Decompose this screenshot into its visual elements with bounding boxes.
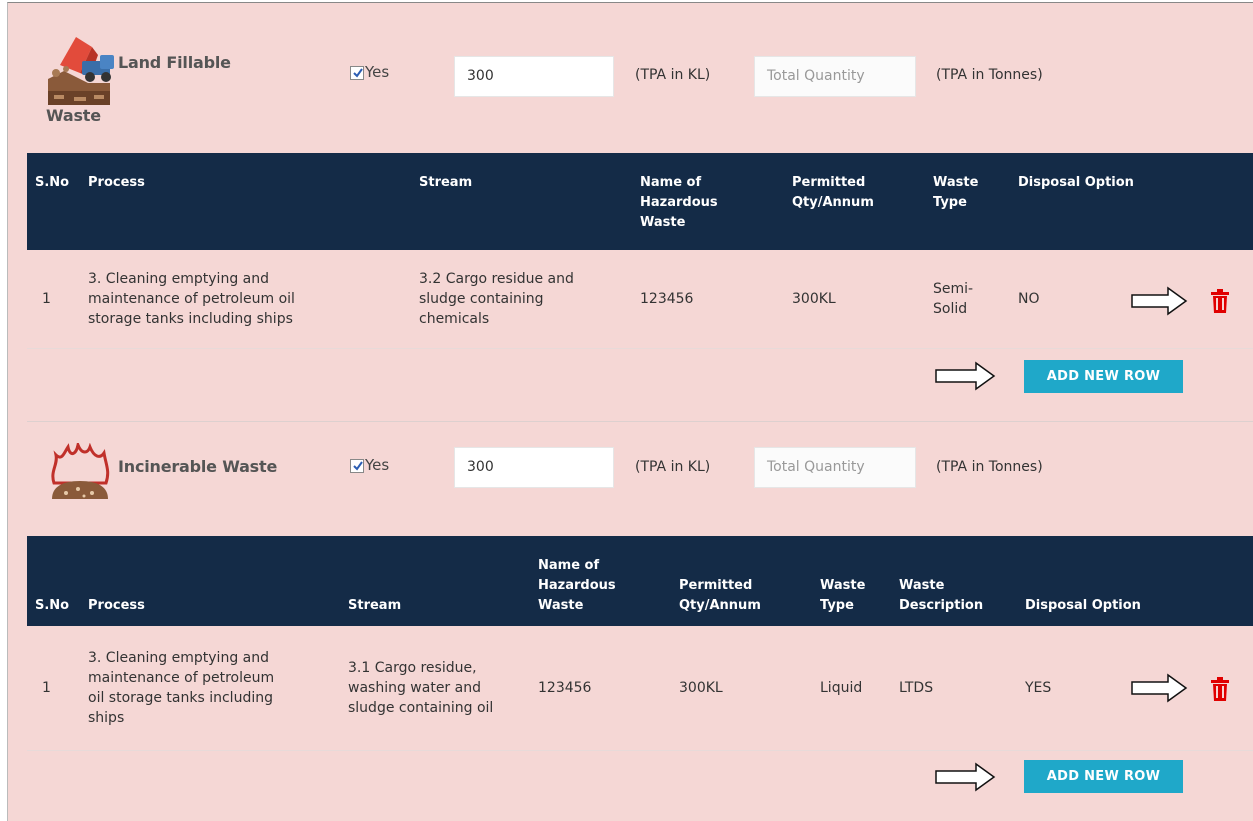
cell-name: 123456	[640, 250, 792, 349]
table-header-row: S.No Process Stream Name of Hazardous Wa…	[27, 153, 1253, 250]
header-waste-type: Waste Type	[933, 153, 1018, 250]
cell-process-l3: oil storage tanks including	[88, 689, 273, 706]
cell-process-l2: maintenance of petroleum	[88, 669, 275, 686]
total-quantity-unit: (TPA in Tonnes)	[936, 67, 1043, 83]
header-permitted-qty: Permitted Qty/Annum	[679, 536, 820, 626]
header-sno: S.No	[35, 598, 70, 613]
yes-checkbox[interactable]	[350, 459, 364, 473]
header-type-l2: Type	[820, 598, 854, 613]
cell-process-l2: maintenance of petroleum oil	[88, 290, 295, 307]
header-waste-type: Waste Type	[820, 536, 899, 626]
cell-stream-l3: sludge containing oil	[348, 699, 494, 716]
section-divider	[27, 421, 1253, 422]
yes-checkbox[interactable]	[350, 66, 364, 80]
right-arrow-annotation-icon	[1131, 673, 1188, 703]
header-name-l1: Name of	[640, 175, 702, 190]
cell-process-l1: 3. Cleaning emptying and	[88, 270, 269, 287]
cell-stream: 3.2 Cargo residue and sludge containing …	[419, 250, 640, 349]
right-arrow-annotation-icon	[1131, 286, 1188, 316]
header-type-l1: Waste	[933, 175, 979, 190]
cell-sno: 1	[27, 250, 88, 349]
right-arrow-annotation-icon	[935, 762, 996, 792]
cell-process-l3: storage tanks including ships	[88, 310, 293, 327]
cell-type-l2: Solid	[933, 300, 968, 317]
cell-qty: 300KL	[792, 250, 933, 349]
total-quantity-input[interactable]: Total Quantity	[754, 447, 916, 488]
checkbox-checked-icon	[353, 68, 363, 78]
header-process: Process	[88, 175, 145, 190]
cell-sno: 1	[27, 626, 88, 751]
header-stream: Stream	[419, 175, 473, 190]
header-process: Process	[88, 598, 145, 613]
table-header-row: S.No Process Stream Name of Hazardous Wa…	[27, 536, 1253, 626]
table-row: 1 3. Cleaning emptying and maintenance o…	[27, 626, 1253, 751]
cell-process-l1: 3. Cleaning emptying and	[88, 649, 269, 666]
yes-label: Yes	[365, 456, 390, 474]
header-name-l1: Name of	[538, 558, 600, 573]
cell-name: 123456	[538, 626, 679, 751]
header-desc-l1: Waste	[899, 578, 945, 593]
cell-waste-type: Semi- Solid	[933, 250, 1018, 349]
table-row: 1 3. Cleaning emptying and maintenance o…	[27, 250, 1253, 349]
total-quantity-input[interactable]: Total Quantity	[754, 56, 916, 97]
trash-icon[interactable]	[1211, 677, 1229, 701]
land-fillable-table: S.No Process Stream Name of Hazardous Wa…	[27, 153, 1253, 349]
header-qty-l2: Qty/Annum	[679, 598, 761, 613]
quantity-kl-unit: (TPA in KL)	[635, 459, 711, 475]
header-type-l2: Type	[933, 195, 967, 210]
header-permitted-qty: Permitted Qty/Annum	[792, 153, 933, 250]
cell-stream-l1: 3.2 Cargo residue and	[419, 270, 574, 287]
cell-stream: 3.1 Cargo residue, washing water and slu…	[348, 626, 538, 751]
header-name-l2: Hazardous	[538, 578, 616, 593]
header-sno: S.No	[35, 175, 70, 190]
section-title: Land Fillable	[118, 53, 231, 72]
quantity-kl-input[interactable]: 300	[454, 56, 614, 97]
checkbox-checked-icon	[353, 461, 363, 471]
incinerable-table: S.No Process Stream Name of Hazardous Wa…	[27, 536, 1253, 751]
header-waste-description: Waste Description	[899, 536, 1025, 626]
cell-stream-l3: chemicals	[419, 310, 490, 327]
add-new-row-button[interactable]: ADD NEW ROW	[1024, 760, 1183, 793]
header-name-l2: Hazardous	[640, 195, 718, 210]
header-type-l1: Waste	[820, 578, 866, 593]
cell-waste-description: LTDS	[899, 626, 1025, 751]
cell-type-l1: Semi-	[933, 280, 974, 297]
header-qty-l1: Permitted	[792, 175, 866, 190]
header-name-of-hazardous-waste: Name of Hazardous Waste	[538, 536, 679, 626]
cell-process-l4: ships	[88, 709, 125, 726]
cell-stream-l2: washing water and	[348, 679, 481, 696]
section-title: Incinerable Waste	[118, 457, 278, 476]
fire-incinerator-icon	[48, 439, 112, 505]
quantity-kl-unit: (TPA in KL)	[635, 67, 711, 83]
cell-waste-type: Liquid	[820, 626, 899, 751]
header-name-of-hazardous-waste: Name of Hazardous Waste	[640, 153, 792, 250]
cell-stream-l2: sludge containing	[419, 290, 544, 307]
header-desc-l2: Description	[899, 598, 984, 613]
total-quantity-unit: (TPA in Tonnes)	[936, 459, 1043, 475]
cell-process: 3. Cleaning emptying and maintenance of …	[88, 250, 419, 349]
cell-process: 3. Cleaning emptying and maintenance of …	[88, 626, 348, 751]
header-name-l3: Waste	[640, 215, 686, 230]
cell-stream-l1: 3.1 Cargo residue,	[348, 659, 477, 676]
dump-truck-landfill-icon	[46, 25, 116, 109]
header-qty-l1: Permitted	[679, 578, 753, 593]
quantity-kl-input[interactable]: 300	[454, 447, 614, 488]
cell-qty: 300KL	[679, 626, 820, 751]
trash-icon[interactable]	[1211, 289, 1229, 313]
waste-form-panel: Land Fillable Waste Yes 300 (TPA in KL) …	[7, 2, 1253, 821]
header-qty-l2: Qty/Annum	[792, 195, 874, 210]
right-arrow-annotation-icon	[935, 361, 996, 391]
header-disposal-option: Disposal Option	[1025, 598, 1141, 613]
add-new-row-button[interactable]: ADD NEW ROW	[1024, 360, 1183, 393]
header-disposal-option: Disposal Option	[1018, 175, 1134, 190]
yes-label: Yes	[365, 63, 390, 81]
header-name-l3: Waste	[538, 598, 584, 613]
section-title-line2: Waste	[46, 106, 101, 125]
header-stream: Stream	[348, 598, 402, 613]
